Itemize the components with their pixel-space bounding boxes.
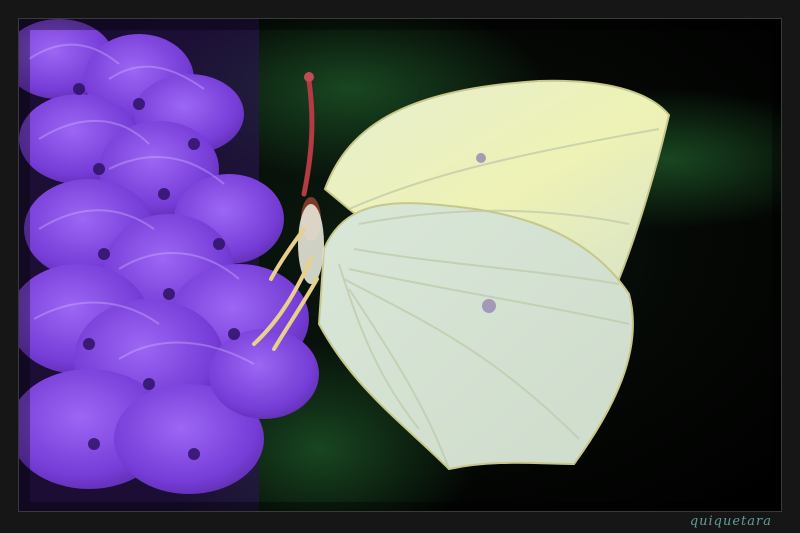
photographer-signature: quiquetara bbox=[689, 514, 772, 529]
photo-frame: quiquetara bbox=[0, 0, 800, 533]
photo-canvas bbox=[18, 18, 782, 512]
butterfly-photo bbox=[19, 19, 781, 511]
